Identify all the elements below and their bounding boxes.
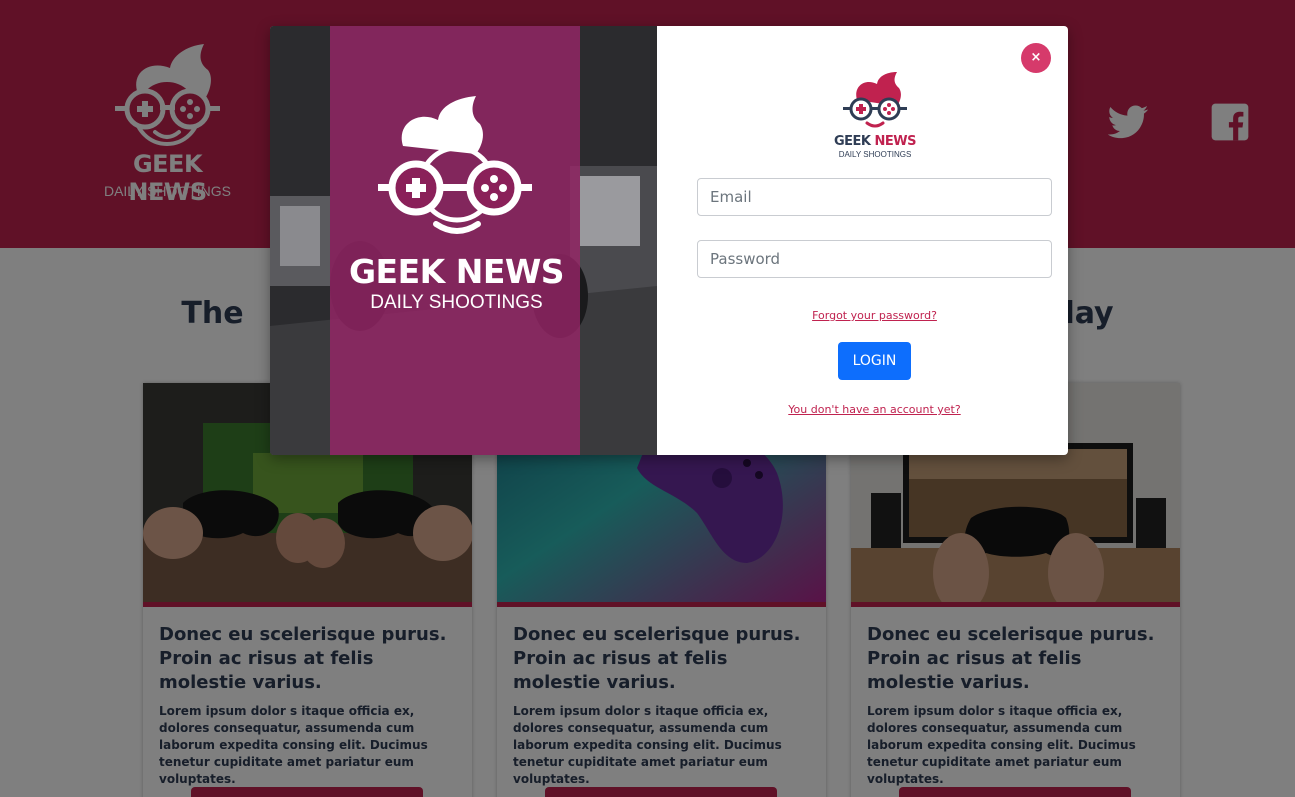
close-icon[interactable]: × bbox=[1021, 43, 1051, 73]
form-brand-subtitle: DAILY SHOOTINGS bbox=[838, 150, 912, 159]
login-form: × GEEK NEWS DAILY SHOOTINGS Fo bbox=[657, 26, 1068, 455]
modal-hero-image: GEEK NEWS DAILY SHOOTINGS bbox=[270, 26, 657, 455]
password-field[interactable] bbox=[697, 240, 1052, 278]
modal-brand-subtitle: DAILY SHOOTINGS bbox=[370, 292, 543, 313]
modal-brand-title: GEEK NEWS bbox=[348, 252, 565, 291]
arcade-room-photo bbox=[270, 26, 657, 455]
forgot-password-link[interactable]: Forgot your password? bbox=[657, 309, 1068, 322]
form-logo: GEEK NEWS DAILY SHOOTINGS bbox=[834, 72, 917, 162]
login-button[interactable]: LOGIN bbox=[838, 342, 911, 380]
login-modal: GEEK NEWS DAILY SHOOTINGS × GEEK NEWS DA… bbox=[270, 26, 1068, 455]
form-brand-title: GEEK NEWS bbox=[831, 134, 919, 149]
signup-link[interactable]: You don't have an account yet? bbox=[657, 403, 1068, 416]
form-brand-title-geek: GEEK bbox=[834, 134, 875, 149]
email-field[interactable] bbox=[697, 178, 1052, 216]
geek-mascot-icon bbox=[843, 72, 907, 128]
form-brand-title-news: NEWS bbox=[874, 134, 917, 149]
